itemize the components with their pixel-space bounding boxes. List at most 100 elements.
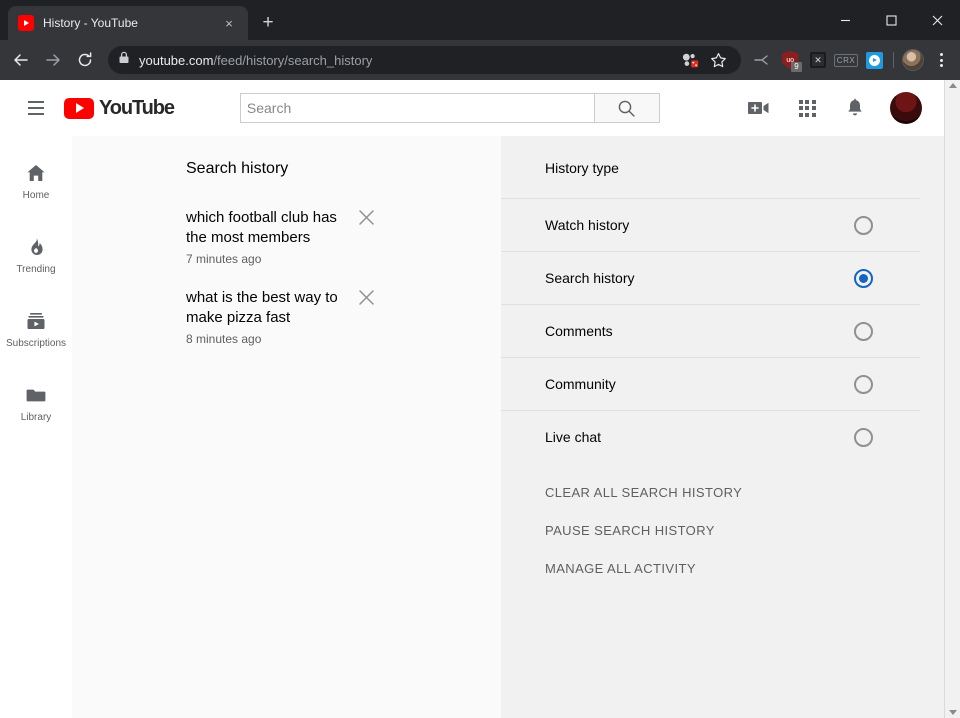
close-icon[interactable] [914, 0, 960, 40]
filter-label: Watch history [545, 217, 630, 233]
crx-label: CRX [833, 53, 859, 67]
url-domain: youtube.com [139, 52, 214, 68]
toolbar-divider [893, 52, 894, 68]
radio-community[interactable] [854, 374, 873, 394]
forward-arrow-icon[interactable] [38, 45, 68, 75]
tab-close-icon[interactable]: × [220, 14, 238, 32]
history-content: Search history which football club has t… [72, 136, 944, 718]
youtube-favicon [18, 15, 34, 31]
account-avatar[interactable] [890, 92, 922, 124]
subscriptions-icon [24, 309, 48, 333]
browser-window: History - YouTube × + youtube.com/feed/h… [0, 0, 960, 718]
sidebar-label-library: Library [20, 412, 52, 423]
scroll-up-arrow-icon[interactable] [948, 83, 957, 88]
sidebar-label-trending: Trending [16, 264, 56, 275]
filter-option-watch-history[interactable]: Watch history [501, 198, 920, 251]
radio-comments[interactable] [854, 321, 873, 341]
masthead-actions [746, 92, 928, 124]
history-type-title: History type [545, 160, 619, 176]
trending-flame-icon [24, 235, 48, 259]
remove-history-entry-button[interactable] [346, 208, 386, 226]
window-controls [822, 0, 960, 40]
scroll-down-arrow-icon[interactable] [948, 710, 957, 715]
search-input[interactable] [246, 100, 588, 116]
sidebar-item-library[interactable]: Library [0, 366, 72, 440]
sidebar-label-subscriptions: Subscriptions [5, 338, 67, 349]
history-actions: CLEAR ALL SEARCH HISTORY PAUSE SEARCH HI… [501, 463, 944, 576]
profile-avatar[interactable] [900, 47, 926, 73]
script-blocker-icon[interactable]: ✕ [805, 47, 831, 73]
reload-icon[interactable] [70, 45, 100, 75]
home-icon [24, 161, 48, 185]
sidebar-item-home[interactable]: Home [0, 144, 72, 218]
minimize-icon[interactable] [822, 0, 868, 40]
sidebar-item-subscriptions[interactable]: Subscriptions [0, 292, 72, 366]
search-input-wrapper[interactable] [239, 93, 595, 123]
search-history-column: Search history which football club has t… [72, 136, 501, 718]
radio-watch-history[interactable] [854, 215, 873, 235]
back-arrow-icon[interactable] [6, 45, 36, 75]
video-downloader-glyph [865, 51, 883, 69]
manage-all-activity-button[interactable]: MANAGE ALL ACTIVITY [545, 561, 944, 576]
guide-sidebar: Home Trending Subscriptions Library [0, 136, 72, 718]
tab-title: History - YouTube [43, 16, 138, 30]
filter-option-comments[interactable]: Comments [501, 304, 920, 357]
filter-label: Comments [545, 323, 613, 339]
history-entry-text: which football club has the most members… [186, 208, 346, 266]
create-video-icon[interactable] [746, 95, 772, 121]
page-title: Search history [186, 160, 289, 177]
tab-strip: History - YouTube × + [0, 0, 960, 40]
search-area [239, 93, 660, 123]
browser-tab[interactable]: History - YouTube × [8, 6, 248, 40]
history-timestamp: 8 minutes ago [186, 332, 262, 346]
video-downloader-icon[interactable] [861, 47, 887, 73]
youtube-logo-text: YouTube [99, 96, 175, 119]
apps-grid-icon[interactable] [794, 95, 820, 121]
youtube-logo[interactable]: YouTube [64, 96, 175, 120]
youtube-masthead: YouTube [0, 80, 944, 136]
youtube-play-icon [64, 97, 94, 119]
search-submit-button[interactable] [594, 93, 660, 123]
youtube-page: YouTube Search Home Trending Subscriptio… [0, 80, 944, 718]
filter-option-community[interactable]: Community [501, 357, 920, 410]
remove-history-entry-button[interactable] [346, 288, 386, 306]
ublock-badge-count: 9 [791, 62, 802, 72]
history-timestamp: 7 minutes ago [186, 252, 262, 266]
history-query[interactable]: which football club has the most members [186, 208, 346, 248]
ublock-origin-icon[interactable]: uo 9 [777, 47, 803, 73]
notifications-bell-icon[interactable] [842, 95, 868, 121]
omnibox-icons [677, 47, 731, 73]
page-viewport: YouTube Search Home Trending Subscriptio… [0, 80, 960, 718]
media-cast-icon[interactable] [677, 47, 703, 73]
url-path: /feed/history/search_history [213, 52, 373, 68]
hamburger-menu-icon[interactable] [16, 88, 56, 128]
chrome-menu-icon[interactable] [928, 47, 954, 73]
sidebar-label-home: Home [22, 190, 50, 201]
filter-option-live-chat[interactable]: Live chat [501, 410, 920, 463]
radio-live-chat[interactable] [854, 427, 873, 447]
history-type-panel: History type Watch history Search histor… [501, 136, 944, 718]
new-tab-button[interactable]: + [254, 9, 282, 37]
bookmark-star-icon[interactable] [705, 47, 731, 73]
pause-search-history-button[interactable]: PAUSE SEARCH HISTORY [545, 523, 944, 538]
crx-extension-icon[interactable]: CRX [833, 47, 859, 73]
filter-label: Search history [545, 270, 635, 286]
sidebar-item-trending[interactable]: Trending [0, 218, 72, 292]
clear-all-search-history-button[interactable]: CLEAR ALL SEARCH HISTORY [545, 485, 944, 500]
history-query[interactable]: what is the best way to make pizza fast [186, 288, 346, 328]
script-blocker-glyph: ✕ [810, 52, 826, 68]
page-scrollbar[interactable] [944, 80, 960, 718]
search-icon [619, 100, 636, 117]
history-entry-text: what is the best way to make pizza fast … [186, 288, 346, 346]
maximize-icon[interactable] [868, 0, 914, 40]
history-entry: what is the best way to make pizza fast … [186, 288, 501, 346]
tab-tools-icon[interactable] [749, 47, 775, 73]
filter-label: Community [545, 376, 616, 392]
url-text: youtube.com/feed/history/search_history [139, 53, 372, 68]
library-folder-icon [24, 383, 48, 407]
close-icon [358, 290, 374, 305]
radio-search-history[interactable] [854, 268, 873, 288]
address-bar[interactable]: youtube.com/feed/history/search_history [108, 46, 741, 74]
filter-option-search-history[interactable]: Search history [501, 251, 920, 304]
history-entry: which football club has the most members… [186, 208, 501, 266]
